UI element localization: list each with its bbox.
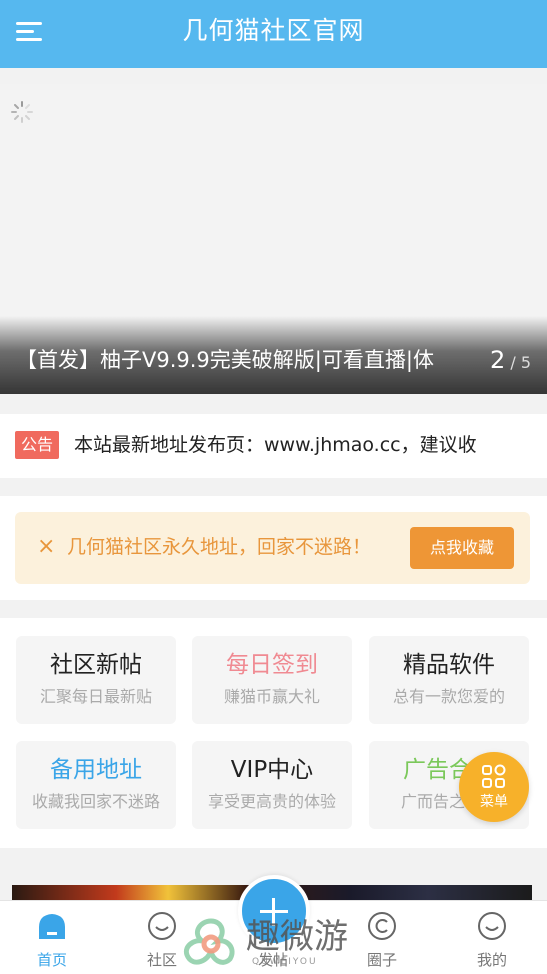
card-title: 每日签到 bbox=[226, 652, 318, 678]
banner-page-current: 2 bbox=[489, 346, 506, 374]
card-title: VIP中心 bbox=[230, 757, 314, 783]
banner-pager: 2 / 5 bbox=[490, 346, 531, 374]
card-subtitle: 收藏我回家不迷路 bbox=[31, 792, 160, 811]
grid-menu-icon bbox=[482, 764, 506, 788]
card-backup-address[interactable]: 备用地址 收藏我回家不迷路 bbox=[16, 741, 176, 829]
close-icon[interactable]: × bbox=[37, 532, 55, 562]
card-daily-checkin[interactable]: 每日签到 赚猫币赢大礼 bbox=[192, 636, 352, 724]
tab-label: 首页 bbox=[36, 951, 67, 969]
card-subtitle: 汇聚每日最新贴 bbox=[39, 687, 152, 706]
home-icon bbox=[39, 914, 65, 939]
card-subtitle: 享受更高贵的体验 bbox=[207, 792, 336, 811]
bookmark-button[interactable]: 点我收藏 bbox=[410, 527, 514, 569]
watermark-subtext: QUWEIYOU bbox=[252, 957, 318, 967]
notice-bar[interactable]: 公告 本站最新地址发布页：www.jhmao.cc，建议收 bbox=[0, 414, 547, 478]
card-title: 社区新帖 bbox=[50, 652, 142, 678]
floating-menu-button[interactable]: 菜单 bbox=[459, 752, 529, 822]
watermark-text: 趣微游 bbox=[246, 917, 348, 957]
smiley-icon bbox=[478, 912, 506, 940]
notice-text[interactable]: 本站最新地址发布页：www.jhmao.cc，建议收 bbox=[74, 430, 544, 460]
chat-bubble-icon bbox=[148, 912, 176, 940]
card-title: 备用地址 bbox=[50, 757, 142, 783]
page-title: 几何猫社区官网 bbox=[182, 16, 365, 45]
banner-carousel[interactable]: 【首发】柚子V9.9.9完美破解版|可看直播|体 2 / 5 bbox=[0, 84, 547, 394]
card-premium-software[interactable]: 精品软件 总有一款您爱的 bbox=[369, 636, 529, 724]
card-subtitle: 总有一款您爱的 bbox=[392, 687, 505, 706]
card-subtitle: 赚猫币赢大礼 bbox=[223, 687, 320, 706]
floating-menu-label: 菜单 bbox=[480, 794, 508, 810]
bookmark-section: × 几何猫社区永久地址，回家不迷路！ 点我收藏 bbox=[0, 496, 547, 600]
watermark-logo-icon bbox=[184, 918, 235, 965]
watermark: 趣微游 QUWEIYOU bbox=[180, 915, 380, 971]
top-bar: 几何猫社区官网 bbox=[0, 0, 547, 68]
bookmark-prompt-text: 几何猫社区永久地址，回家不迷路！ bbox=[67, 536, 372, 558]
banner-caption: 【首发】柚子V9.9.9完美破解版|可看直播|体 bbox=[16, 348, 434, 372]
feature-grid: 社区新帖 汇聚每日最新贴 每日签到 赚猫币赢大礼 精品软件 总有一款您爱的 备用… bbox=[0, 618, 547, 848]
card-title: 精品软件 bbox=[403, 652, 495, 678]
spinner-icon bbox=[11, 101, 33, 123]
card-vip-center[interactable]: VIP中心 享受更高贵的体验 bbox=[192, 741, 352, 829]
tab-profile[interactable]: 我的 bbox=[452, 911, 532, 970]
notice-badge: 公告 bbox=[15, 431, 60, 459]
banner-page-total: / 5 bbox=[505, 353, 531, 372]
card-community-new-posts[interactable]: 社区新帖 汇聚每日最新贴 bbox=[16, 636, 176, 724]
bookmark-prompt: × 几何猫社区永久地址，回家不迷路！ 点我收藏 bbox=[15, 512, 530, 584]
tab-home[interactable]: 首页 bbox=[12, 911, 92, 970]
tab-label: 我的 bbox=[476, 951, 507, 969]
